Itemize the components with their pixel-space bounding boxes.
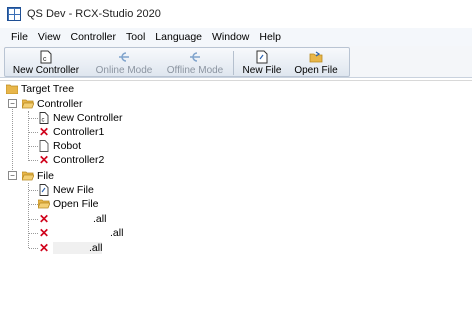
tree-group-file[interactable]: File <box>22 169 54 183</box>
tree-item-label: New File <box>53 184 94 196</box>
collapse-toggle[interactable]: − <box>8 171 17 180</box>
new-controller-button[interactable]: c New Controller <box>11 48 81 78</box>
blank-doc-icon <box>38 140 50 152</box>
svg-text:c: c <box>42 118 45 124</box>
online-mode-button[interactable]: Online Mode <box>93 48 155 78</box>
toolbar-separator <box>233 51 234 75</box>
menu-bar: File View Controller Tool Language Windo… <box>0 28 472 46</box>
new-controller-label: New Controller <box>12 65 80 76</box>
online-mode-label: Online Mode <box>95 65 153 76</box>
tree-branch-line <box>29 248 38 249</box>
tree-guide-line <box>12 104 13 174</box>
menu-file[interactable]: File <box>6 31 33 43</box>
open-file-icon <box>309 50 323 64</box>
new-file-button[interactable]: New File <box>239 48 285 78</box>
new-file-label: New File <box>242 65 282 76</box>
new-file-icon <box>255 50 269 64</box>
tree-branch-line <box>29 233 38 234</box>
tree-item-file[interactable]: Open File <box>38 197 99 211</box>
target-tree-panel: Target Tree − Controller c New Controlle… <box>0 80 472 316</box>
redacted-filename <box>53 242 89 254</box>
tree-item-file[interactable]: ✕ .all <box>38 212 106 226</box>
tree-branch-line <box>29 146 38 147</box>
app-logo-icon <box>7 7 21 21</box>
tree-guide-line <box>28 183 29 248</box>
tree-item-controller[interactable]: Robot <box>38 139 81 153</box>
redacted-filename <box>53 213 93 225</box>
title-bar: QS Dev - RCX-Studio 2020 <box>0 0 472 28</box>
error-x-icon: ✕ <box>38 125 50 139</box>
controller-doc-icon: c <box>38 112 50 124</box>
tree-root-label: Target Tree <box>21 83 75 95</box>
tree-item-label: Open File <box>53 198 99 210</box>
new-controller-icon: c <box>39 50 53 64</box>
tree-item-controller[interactable]: ✕ Controller2 <box>38 153 104 167</box>
offline-mode-label: Offline Mode <box>166 65 224 76</box>
tree-branch-line <box>29 118 38 119</box>
menu-language[interactable]: Language <box>150 31 207 43</box>
online-mode-icon <box>117 50 131 64</box>
tree-item-label: Robot <box>53 140 82 152</box>
tree-item-file[interactable]: New File <box>38 183 94 197</box>
tree-item-label: .all <box>93 213 107 225</box>
tree-item-controller[interactable]: c New Controller <box>38 111 122 125</box>
tree-item-label: .all <box>110 227 124 239</box>
tree-item-label: .all <box>89 242 103 254</box>
open-folder-icon <box>22 170 34 182</box>
folder-icon <box>6 83 18 95</box>
tree-item-label: Controller2 <box>53 154 105 166</box>
tree-group-file-label: File <box>37 170 54 182</box>
error-x-icon: ✕ <box>38 212 50 226</box>
tree-branch-line <box>29 219 38 220</box>
error-x-icon: ✕ <box>38 241 50 255</box>
toolbar: c New Controller Online Mode Offline Mod… <box>0 46 472 78</box>
menu-view[interactable]: View <box>33 31 66 43</box>
menu-controller[interactable]: Controller <box>66 31 122 43</box>
open-folder-icon <box>22 98 34 110</box>
offline-mode-icon <box>188 50 202 64</box>
open-file-button[interactable]: Open File <box>291 48 341 78</box>
window-title: QS Dev - RCX-Studio 2020 <box>27 8 161 20</box>
menu-tool[interactable]: Tool <box>121 31 150 43</box>
folder-icon <box>38 198 50 210</box>
error-x-icon: ✕ <box>38 226 50 240</box>
tree-item-label: New Controller <box>53 112 123 124</box>
toolbar-panel: c New Controller Online Mode Offline Mod… <box>4 47 350 77</box>
tree-branch-line <box>29 204 38 205</box>
tree-branch-line <box>29 160 38 161</box>
offline-mode-button[interactable]: Offline Mode <box>163 48 227 78</box>
error-x-icon: ✕ <box>38 153 50 167</box>
tree-root[interactable]: Target Tree <box>6 82 74 96</box>
tree-item-controller[interactable]: ✕ Controller1 <box>38 125 104 139</box>
tree-branch-line <box>29 190 38 191</box>
redacted-filename <box>53 227 110 239</box>
menu-window[interactable]: Window <box>207 31 254 43</box>
tree-branch-line <box>29 132 38 133</box>
tree-group-controller[interactable]: Controller <box>22 97 83 111</box>
tree-group-controller-label: Controller <box>37 98 83 110</box>
menu-help[interactable]: Help <box>254 31 286 43</box>
new-file-icon <box>38 184 50 196</box>
svg-text:c: c <box>43 56 47 63</box>
collapse-toggle[interactable]: − <box>8 99 17 108</box>
tree-item-file[interactable]: ✕ .all <box>38 241 103 255</box>
open-file-label: Open File <box>294 65 338 76</box>
tree-item-label: Controller1 <box>53 126 105 138</box>
tree-item-file[interactable]: ✕ .all <box>38 226 123 240</box>
